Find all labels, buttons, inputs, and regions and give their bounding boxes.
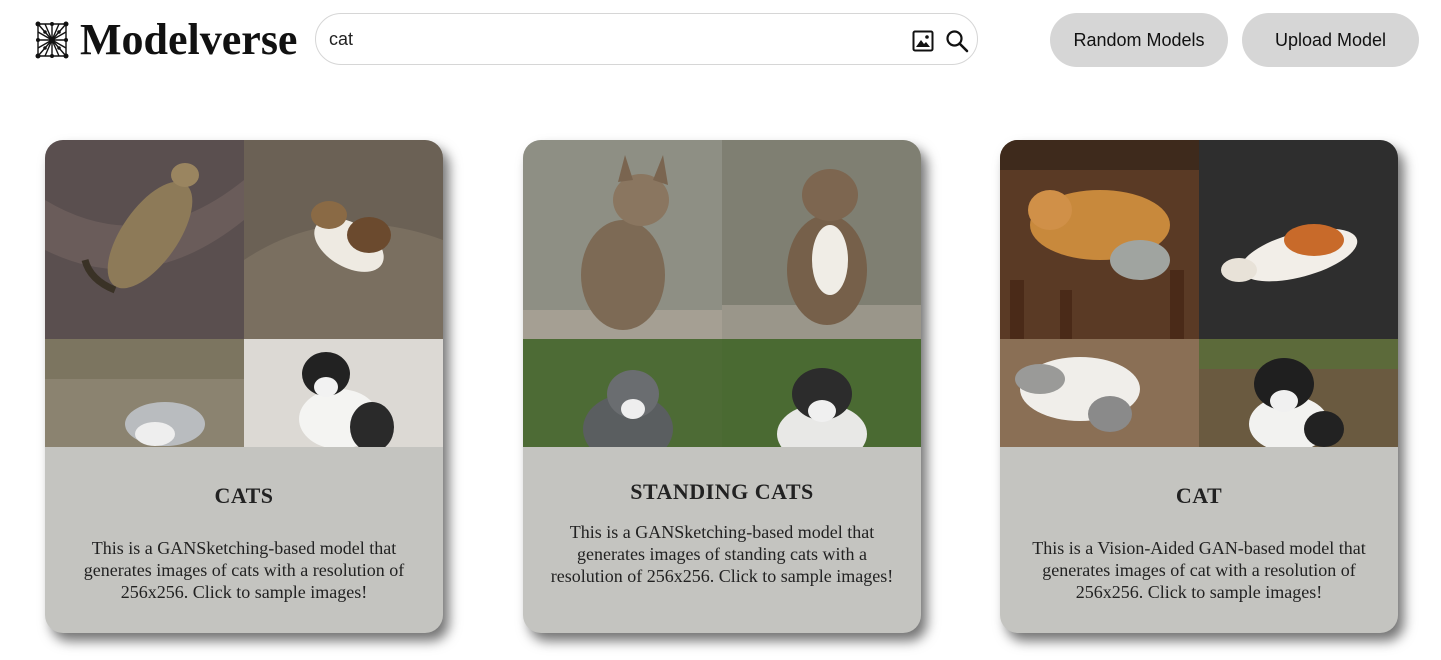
network-graph-icon <box>35 21 69 59</box>
random-models-button[interactable]: Random Models <box>1050 13 1228 67</box>
top-bar: Modelverse Random Models Upload Model <box>0 0 1441 80</box>
sample-image <box>722 140 921 339</box>
sample-image-grid <box>523 140 921 447</box>
model-card-cat[interactable]: CAT This is a Vision-Aided GAN-based mod… <box>1000 140 1398 633</box>
app-title: Modelverse <box>80 15 298 64</box>
sample-image <box>722 339 921 447</box>
sample-image <box>523 339 722 447</box>
sample-image <box>45 339 244 447</box>
card-description: This is a GANSketching-based model that … <box>550 522 894 586</box>
card-title: CATS <box>214 483 274 508</box>
sample-image <box>244 140 443 339</box>
logo[interactable]: Modelverse <box>34 16 297 64</box>
sample-image <box>45 140 244 339</box>
sample-image <box>1000 339 1199 447</box>
card-title: STANDING CATS <box>630 479 814 504</box>
sample-image <box>1199 339 1398 447</box>
search-icon[interactable] <box>945 29 969 53</box>
card-description: This is a Vision-Aided GAN-based model t… <box>1032 538 1366 602</box>
sample-image-grid <box>1000 140 1398 447</box>
sample-image <box>1199 140 1398 339</box>
card-description: This is a GANSketching-based model that … <box>83 538 405 602</box>
sample-image <box>244 339 443 447</box>
sample-image <box>1000 140 1199 339</box>
image-icon[interactable] <box>912 30 934 52</box>
upload-model-button[interactable]: Upload Model <box>1242 13 1419 67</box>
search-bar <box>315 13 978 65</box>
card-title: CAT <box>1175 483 1223 508</box>
model-card-cats[interactable]: CATS This is a GANSketching-based model … <box>45 140 443 633</box>
sample-image-grid <box>45 140 443 447</box>
model-card-standing-cats[interactable]: STANDING CATS This is a GANSketching-bas… <box>523 140 921 633</box>
sample-image <box>523 140 722 339</box>
search-input[interactable] <box>329 24 889 54</box>
